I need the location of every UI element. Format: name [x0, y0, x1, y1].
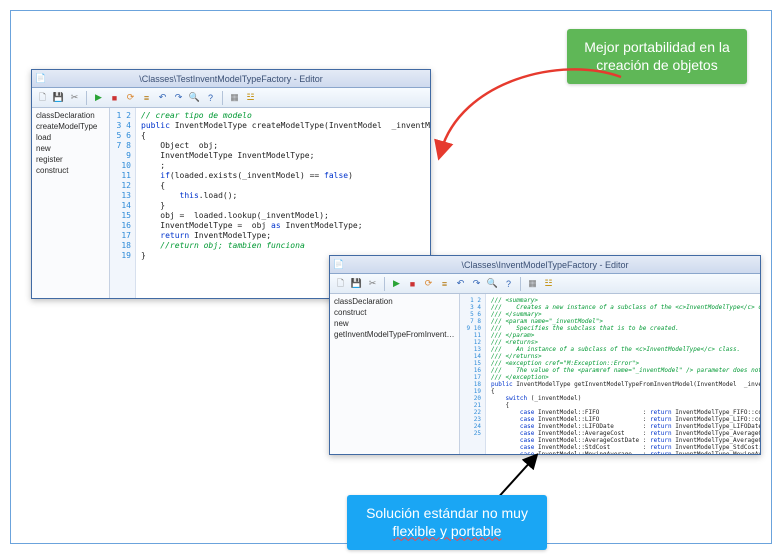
- properties-icon[interactable]: ≡: [438, 277, 451, 290]
- class-member-item[interactable]: register: [36, 154, 105, 165]
- redo-icon[interactable]: ↷: [172, 91, 185, 104]
- class-member-list[interactable]: classDeclarationcreateModelTypeloadnewre…: [32, 108, 110, 298]
- class-member-item[interactable]: classDeclaration: [36, 110, 105, 121]
- slide-frame: Mejor portabilidad en la creación de obj…: [10, 10, 772, 544]
- code-line: case InventModel::AverageCostDate : retu…: [491, 437, 755, 444]
- undo-icon[interactable]: ↶: [454, 277, 467, 290]
- cut-icon[interactable]: ✂: [366, 277, 379, 290]
- find-icon[interactable]: 🔍: [486, 277, 499, 290]
- code-line: }: [141, 201, 425, 211]
- code-line: /// <returns>: [491, 339, 755, 346]
- code-line: return InventModelType;: [141, 231, 425, 241]
- find-icon[interactable]: 🔍: [188, 91, 201, 104]
- class-member-item[interactable]: getInventModelTypeFromInventModel: [334, 329, 455, 340]
- window-title: \Classes\InventModelTypeFactory - Editor: [461, 260, 628, 270]
- class-member-list[interactable]: classDeclarationconstructnewgetInventMod…: [330, 294, 460, 454]
- stop-icon[interactable]: ■: [108, 91, 121, 104]
- code-line: {: [491, 388, 755, 395]
- new-icon[interactable]: 🗋: [334, 277, 347, 290]
- code-line: {: [491, 402, 755, 409]
- code-line: /// The value of the <paramref name="_in…: [491, 367, 755, 374]
- blue-callout: Solución estándar no muy flexible y port…: [347, 495, 547, 550]
- code-line: {: [141, 181, 425, 191]
- code-line: InventModelType = obj as InventModelType…: [141, 221, 425, 231]
- toolbar: 🗋💾✂ ▶■⟳≡↶↷🔍? ▦☳: [330, 274, 760, 294]
- class-member-item[interactable]: load: [36, 132, 105, 143]
- green-callout-text: Mejor portabilidad en la creación de obj…: [584, 39, 730, 73]
- titlebar[interactable]: 📄 \Classes\InventModelTypeFactory - Edit…: [330, 256, 760, 274]
- code-line: /// </param>: [491, 332, 755, 339]
- code-line: /// <param name="_inventModel">: [491, 318, 755, 325]
- toolbar-separator: [222, 91, 223, 105]
- view-mode-1-icon[interactable]: ▦: [526, 277, 539, 290]
- code-line: Object obj;: [141, 141, 425, 151]
- class-member-item[interactable]: construct: [334, 307, 455, 318]
- code-line: //return obj; tambien funciona: [141, 241, 425, 251]
- code-line: /// Specifies the subclass that is to be…: [491, 325, 755, 332]
- editor-standard-factory: 📄 \Classes\InventModelTypeFactory - Edit…: [329, 255, 761, 455]
- code-line: public InventModelType getInventModelTyp…: [491, 381, 755, 388]
- help-icon[interactable]: ?: [502, 277, 515, 290]
- class-member-item[interactable]: new: [334, 318, 455, 329]
- red-arrow: [421, 61, 641, 281]
- window-icon: 📄: [36, 74, 46, 84]
- undo-icon[interactable]: ↶: [156, 91, 169, 104]
- line-gutter: 1 2 3 4 5 6 7 8 9 10 11 12 13 14 15 16 1…: [110, 108, 136, 298]
- code-line: ;: [141, 161, 425, 171]
- code-line: {: [141, 131, 425, 141]
- code-line: // crear tipo de modelo: [141, 111, 425, 121]
- play-icon[interactable]: ▶: [390, 277, 403, 290]
- code-line: if(loaded.exists(_inventModel) == false): [141, 171, 425, 181]
- refresh-icon[interactable]: ⟳: [124, 91, 137, 104]
- class-member-item[interactable]: new: [36, 143, 105, 154]
- blue-callout-underlined: flexible y portable: [393, 523, 502, 539]
- toolbar-separator: [520, 277, 521, 291]
- green-callout: Mejor portabilidad en la creación de obj…: [567, 29, 747, 84]
- view-mode-2-icon[interactable]: ☳: [542, 277, 555, 290]
- play-icon[interactable]: ▶: [92, 91, 105, 104]
- code-line: obj = loaded.lookup(_inventModel);: [141, 211, 425, 221]
- class-member-item[interactable]: createModelType: [36, 121, 105, 132]
- line-gutter: 1 2 3 4 5 6 7 8 9 10 11 12 13 14 15 16 1…: [460, 294, 486, 454]
- toolbar-separator: [384, 277, 385, 291]
- code-line: case InventModel::LIFODate : return Inve…: [491, 423, 755, 430]
- view-mode-2-icon[interactable]: ☳: [244, 91, 257, 104]
- code-line: /// An instance of a subclass of the <c>…: [491, 346, 755, 353]
- help-icon[interactable]: ?: [204, 91, 217, 104]
- toolbar: 🗋💾✂ ▶■⟳≡↶↷🔍? ▦☳: [32, 88, 430, 108]
- class-member-item[interactable]: construct: [36, 165, 105, 176]
- code-line: /// </returns>: [491, 353, 755, 360]
- titlebar[interactable]: 📄 \Classes\TestInventModelTypeFactory - …: [32, 70, 430, 88]
- code-line: InventModelType InventModelType;: [141, 151, 425, 161]
- window-icon: 📄: [334, 260, 344, 270]
- code-line: /// Creates a new instance of a subclass…: [491, 304, 755, 311]
- code-line: case InventModel::FIFO : return InventMo…: [491, 409, 755, 416]
- window-title: \Classes\TestInventModelTypeFactory - Ed…: [139, 74, 323, 84]
- code-line: /// <summary>: [491, 297, 755, 304]
- code-line: public InventModelType createModelType(I…: [141, 121, 425, 131]
- properties-icon[interactable]: ≡: [140, 91, 153, 104]
- blue-callout-text: Solución estándar no muy: [366, 505, 528, 521]
- view-mode-1-icon[interactable]: ▦: [228, 91, 241, 104]
- save-icon[interactable]: 💾: [52, 91, 65, 104]
- code-line: /// </summary>: [491, 311, 755, 318]
- code-line: this.load();: [141, 191, 425, 201]
- cut-icon[interactable]: ✂: [68, 91, 81, 104]
- class-member-item[interactable]: classDeclaration: [334, 296, 455, 307]
- toolbar-separator: [86, 91, 87, 105]
- save-icon[interactable]: 💾: [350, 277, 363, 290]
- stop-icon[interactable]: ■: [406, 277, 419, 290]
- code-line: case InventModel::AverageCost : return I…: [491, 430, 755, 437]
- code-line: /// </exception>: [491, 374, 755, 381]
- code-line: switch (_inventModel): [491, 395, 755, 402]
- code-area[interactable]: /// <summary>/// Creates a new instance …: [486, 294, 760, 454]
- redo-icon[interactable]: ↷: [470, 277, 483, 290]
- code-line: case InventModel::StdCost : return Inven…: [491, 444, 755, 451]
- code-line: case InventModel::MovingAverage : return…: [491, 451, 755, 454]
- refresh-icon[interactable]: ⟳: [422, 277, 435, 290]
- new-icon[interactable]: 🗋: [36, 91, 49, 104]
- code-line: case InventModel::LIFO : return InventMo…: [491, 416, 755, 423]
- code-line: /// <exception cref="M:Exception::Error"…: [491, 360, 755, 367]
